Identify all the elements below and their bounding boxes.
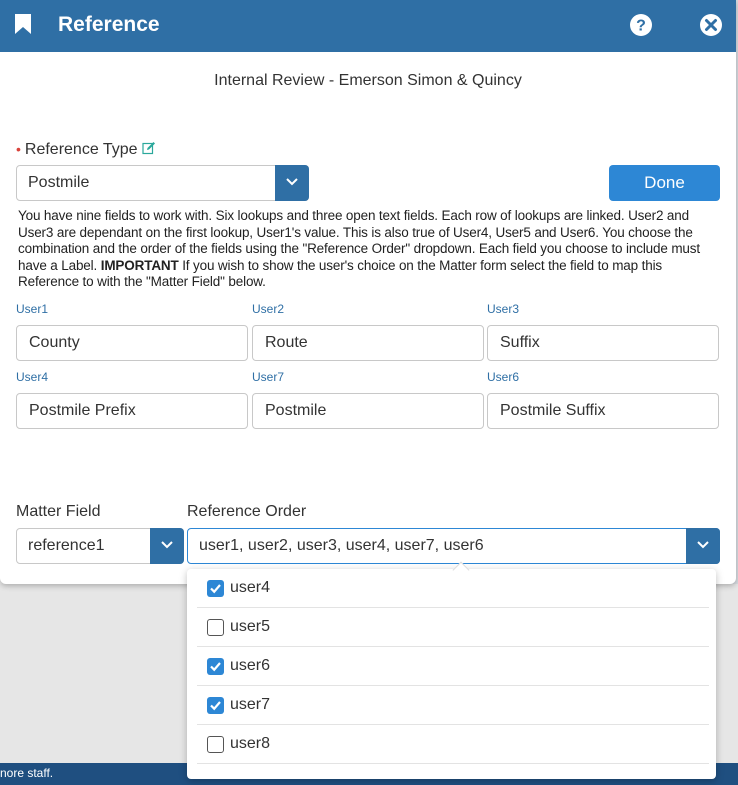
user1-label: User1 — [16, 302, 49, 316]
user1-input[interactable]: County — [16, 325, 248, 361]
user6-label: User6 — [487, 370, 520, 384]
reference-type-label-text: Reference Type — [24, 141, 138, 158]
matter-field-dropdown-button[interactable] — [150, 528, 184, 564]
footer-text: nore staff. — [0, 766, 54, 780]
checkbox-checked-icon[interactable] — [207, 580, 224, 597]
reference-order-label: Reference Order — [187, 503, 307, 520]
reference-order-select[interactable]: user1, user2, user3, user4, user7, user6 — [187, 528, 720, 564]
instructions-text: You have nine fields to work with. Six l… — [18, 208, 722, 291]
chevron-down-icon — [161, 541, 173, 549]
modal-header: Reference ? — [0, 0, 736, 52]
svg-text:?: ? — [636, 18, 646, 35]
user4-label: User4 — [16, 370, 49, 384]
reference-modal: Reference ? Internal Review - Emerson Si… — [0, 0, 736, 584]
edit-icon[interactable] — [141, 141, 156, 155]
user3-label: User3 — [487, 302, 520, 316]
user3-input[interactable]: Suffix — [487, 325, 719, 361]
dropdown-option-user8[interactable]: user8 — [197, 725, 709, 764]
checkbox-checked-icon[interactable] — [207, 658, 224, 675]
required-marker: • — [16, 141, 21, 157]
reference-order-value: user1, user2, user3, user4, user7, user6 — [199, 537, 484, 554]
dropdown-option-user7[interactable]: user7 — [197, 686, 709, 725]
reference-type-value: Postmile — [28, 174, 90, 191]
checkbox-unchecked-icon[interactable] — [207, 736, 224, 753]
reference-order-dropdown-list: user4 user5 user6 user7 user8 — [187, 569, 716, 779]
matter-field-value: reference1 — [28, 537, 105, 554]
dropdown-option-label: user8 — [230, 735, 271, 752]
reference-order-dropdown-button[interactable] — [686, 528, 720, 564]
modal-title: Reference — [58, 13, 160, 36]
user2-input[interactable]: Route — [252, 325, 484, 361]
dropdown-option-user6[interactable]: user6 — [197, 647, 709, 686]
checkbox-unchecked-icon[interactable] — [207, 619, 224, 636]
user2-label: User2 — [252, 302, 285, 316]
close-icon[interactable] — [699, 13, 723, 37]
checkbox-checked-icon[interactable] — [207, 697, 224, 714]
user7-label: User7 — [252, 370, 285, 384]
dropdown-option-label: user6 — [230, 657, 271, 674]
reference-type-dropdown-button[interactable] — [275, 165, 309, 201]
user7-input[interactable]: Postmile — [252, 393, 484, 429]
bookmark-icon — [15, 14, 31, 34]
matter-field-select[interactable]: reference1 — [16, 528, 184, 564]
instructions-important: IMPORTANT — [100, 257, 179, 273]
matter-field-label: Matter Field — [16, 503, 101, 520]
reference-type-select[interactable]: Postmile — [16, 165, 309, 201]
user4-input[interactable]: Postmile Prefix — [16, 393, 248, 429]
chevron-down-icon — [697, 541, 709, 549]
user6-input[interactable]: Postmile Suffix — [487, 393, 719, 429]
chevron-down-icon — [286, 178, 298, 186]
dropdown-option-user5[interactable]: user5 — [197, 608, 709, 647]
dropdown-option-label: user7 — [230, 696, 271, 713]
modal-subtitle: Internal Review - Emerson Simon & Quincy — [214, 72, 522, 89]
dropdown-option-label: user5 — [230, 618, 271, 635]
reference-type-label: • Reference Type — [16, 141, 156, 159]
done-button[interactable]: Done — [609, 165, 720, 201]
help-icon[interactable]: ? — [629, 13, 653, 37]
dropdown-option-label: user4 — [230, 579, 271, 596]
dropdown-option-user4[interactable]: user4 — [197, 569, 709, 608]
